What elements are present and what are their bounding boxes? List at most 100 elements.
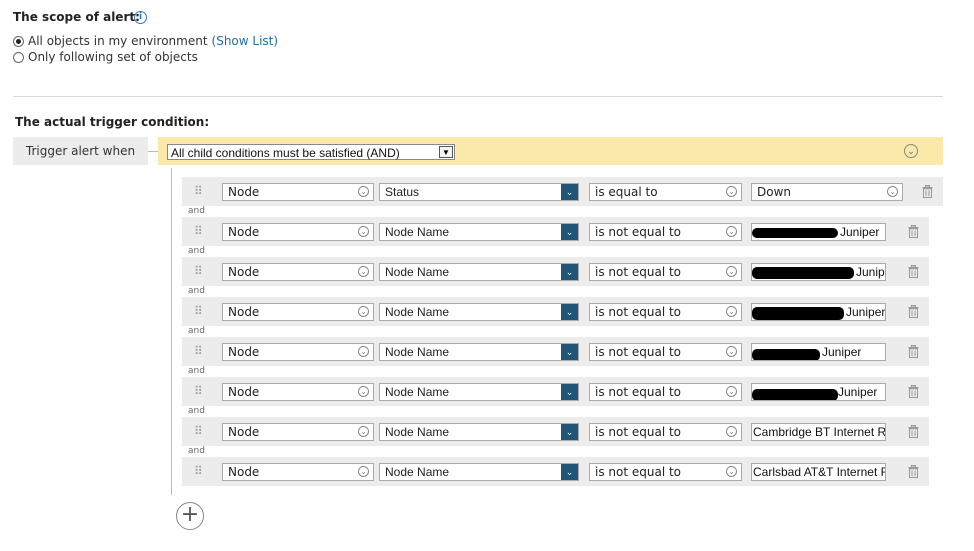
chevron-down-icon[interactable]: ⌄ bbox=[358, 346, 369, 357]
condition-row: ⠿ Node ⌄ Node Name ⌄ is not equal to ⌄ Juniper bbox=[182, 377, 929, 406]
operator-select[interactable]: is not equal to ⌄ bbox=[589, 463, 742, 481]
radio-all-objects[interactable] bbox=[13, 35, 24, 47]
chevron-down-icon[interactable]: ⌄ bbox=[726, 186, 737, 197]
value-field[interactable]: Juniper bbox=[751, 303, 886, 321]
trash-icon[interactable] bbox=[908, 305, 919, 318]
chevron-down-icon[interactable]: ⌄ bbox=[561, 424, 578, 440]
tree-line bbox=[171, 168, 172, 495]
scope-option-all[interactable]: All objects in my environment (Show List… bbox=[13, 34, 278, 48]
group-operator-select[interactable]: All child conditions must be satisfied (… bbox=[167, 144, 455, 160]
scope-option-all-label: All objects in my environment bbox=[28, 34, 208, 48]
chevron-down-icon[interactable]: ⌄ bbox=[726, 266, 737, 277]
value-field-text: Juniper bbox=[822, 345, 862, 359]
trash-icon[interactable] bbox=[908, 225, 919, 238]
chevron-down-icon[interactable]: ⌄ bbox=[726, 426, 737, 437]
object-select[interactable]: Node ⌄ bbox=[222, 343, 374, 361]
chevron-down-icon[interactable]: ⌄ bbox=[358, 266, 369, 277]
field-select[interactable]: Node Name ⌄ bbox=[379, 463, 579, 481]
trash-icon[interactable] bbox=[908, 465, 919, 478]
condition-row: ⠿ Node ⌄ Node Name ⌄ is not equal to ⌄ Junip bbox=[182, 257, 929, 286]
object-select[interactable]: Node ⌄ bbox=[222, 303, 374, 321]
object-select[interactable]: Node ⌄ bbox=[222, 423, 374, 441]
condition-row: ⠿ Node ⌄ Status ⌄ is equal to ⌄ Down ⌄ bbox=[182, 177, 943, 206]
object-select[interactable]: Node ⌄ bbox=[222, 183, 374, 201]
field-select[interactable]: Node Name ⌄ bbox=[379, 263, 579, 281]
field-select[interactable]: Node Name ⌄ bbox=[379, 423, 579, 441]
chevron-down-icon[interactable]: ⌄ bbox=[726, 226, 737, 237]
drag-handle-icon[interactable]: ⠿ bbox=[194, 425, 204, 437]
value-field[interactable]: Carlsbad AT&T Internet F bbox=[751, 463, 886, 481]
chevron-down-icon[interactable]: ⌄ bbox=[726, 346, 737, 357]
drag-handle-icon[interactable]: ⠿ bbox=[194, 185, 204, 197]
info-icon[interactable]: i bbox=[134, 11, 147, 24]
chevron-down-icon[interactable]: ⌄ bbox=[726, 306, 737, 317]
field-select[interactable]: Node Name ⌄ bbox=[379, 223, 579, 241]
chevron-down-icon[interactable]: ▼ bbox=[439, 146, 453, 158]
field-select-value: Node Name bbox=[385, 425, 450, 439]
chevron-down-icon[interactable]: ⌄ bbox=[726, 386, 737, 397]
drag-handle-icon[interactable]: ⠿ bbox=[194, 465, 204, 477]
chevron-down-icon[interactable]: ⌄ bbox=[561, 264, 578, 280]
trash-icon[interactable] bbox=[908, 385, 919, 398]
operator-select[interactable]: is not equal to ⌄ bbox=[589, 423, 742, 441]
operator-select-value: is not equal to bbox=[595, 225, 682, 239]
and-label: and bbox=[188, 446, 205, 456]
value-field[interactable]: Juniper bbox=[751, 383, 886, 401]
trash-icon[interactable] bbox=[908, 425, 919, 438]
field-select-value: Node Name bbox=[385, 345, 450, 359]
field-select[interactable]: Node Name ⌄ bbox=[379, 343, 579, 361]
chevron-down-circle-icon[interactable]: ⌄ bbox=[904, 144, 918, 158]
drag-handle-icon[interactable]: ⠿ bbox=[194, 265, 204, 277]
drag-handle-icon[interactable]: ⠿ bbox=[194, 345, 204, 357]
drag-handle-icon[interactable]: ⠿ bbox=[194, 305, 204, 317]
operator-select-value: is equal to bbox=[595, 185, 658, 199]
field-select[interactable]: Node Name ⌄ bbox=[379, 383, 579, 401]
chevron-down-icon[interactable]: ⌄ bbox=[887, 186, 898, 197]
operator-select[interactable]: is not equal to ⌄ bbox=[589, 263, 742, 281]
chevron-down-icon[interactable]: ⌄ bbox=[561, 224, 578, 240]
value-field[interactable]: Cambridge BT Internet R bbox=[751, 423, 886, 441]
scope-option-following[interactable]: Only following set of objects bbox=[13, 50, 198, 64]
chevron-down-icon[interactable]: ⌄ bbox=[561, 184, 578, 200]
value-select[interactable]: Down ⌄ bbox=[751, 183, 903, 201]
chevron-down-icon[interactable]: ⌄ bbox=[358, 466, 369, 477]
operator-select[interactable]: is not equal to ⌄ bbox=[589, 223, 742, 241]
trash-icon[interactable] bbox=[908, 345, 919, 358]
chevron-down-icon[interactable]: ⌄ bbox=[358, 386, 369, 397]
field-select[interactable]: Node Name ⌄ bbox=[379, 303, 579, 321]
object-select[interactable]: Node ⌄ bbox=[222, 463, 374, 481]
value-field[interactable]: Junip bbox=[751, 263, 886, 281]
operator-select[interactable]: is not equal to ⌄ bbox=[589, 343, 742, 361]
operator-select[interactable]: is not equal to ⌄ bbox=[589, 303, 742, 321]
chevron-down-icon[interactable]: ⌄ bbox=[358, 226, 369, 237]
value-field[interactable]: Juniper bbox=[751, 223, 886, 241]
value-field[interactable]: Juniper bbox=[751, 343, 886, 361]
drag-handle-icon[interactable]: ⠿ bbox=[194, 225, 204, 237]
show-list-link[interactable]: (Show List) bbox=[212, 34, 279, 48]
redaction-mark bbox=[752, 389, 838, 400]
chevron-down-icon[interactable]: ⌄ bbox=[358, 186, 369, 197]
chevron-down-icon[interactable]: ⌄ bbox=[358, 306, 369, 317]
field-select[interactable]: Status ⌄ bbox=[379, 183, 579, 201]
object-select[interactable]: Node ⌄ bbox=[222, 383, 374, 401]
chevron-down-icon[interactable]: ⌄ bbox=[561, 344, 578, 360]
chevron-down-icon[interactable]: ⌄ bbox=[561, 464, 578, 480]
object-select-value: Node bbox=[228, 305, 260, 319]
add-circle-icon[interactable]: + bbox=[176, 502, 204, 530]
condition-row: ⠿ Node ⌄ Node Name ⌄ is not equal to ⌄ Juniper bbox=[182, 217, 929, 246]
operator-select-value: is not equal to bbox=[595, 385, 682, 399]
chevron-down-icon[interactable]: ⌄ bbox=[561, 304, 578, 320]
drag-handle-icon[interactable]: ⠿ bbox=[194, 385, 204, 397]
redaction-mark bbox=[752, 307, 844, 320]
radio-following-objects[interactable] bbox=[13, 51, 24, 63]
operator-select[interactable]: is equal to ⌄ bbox=[589, 183, 742, 201]
chevron-down-icon[interactable]: ⌄ bbox=[358, 426, 369, 437]
operator-select[interactable]: is not equal to ⌄ bbox=[589, 383, 742, 401]
trash-icon[interactable] bbox=[922, 185, 933, 198]
chevron-down-icon[interactable]: ⌄ bbox=[561, 384, 578, 400]
trash-icon[interactable] bbox=[908, 265, 919, 278]
trigger-title: The actual trigger condition: bbox=[15, 115, 210, 129]
chevron-down-icon[interactable]: ⌄ bbox=[726, 466, 737, 477]
object-select[interactable]: Node ⌄ bbox=[222, 223, 374, 241]
object-select[interactable]: Node ⌄ bbox=[222, 263, 374, 281]
